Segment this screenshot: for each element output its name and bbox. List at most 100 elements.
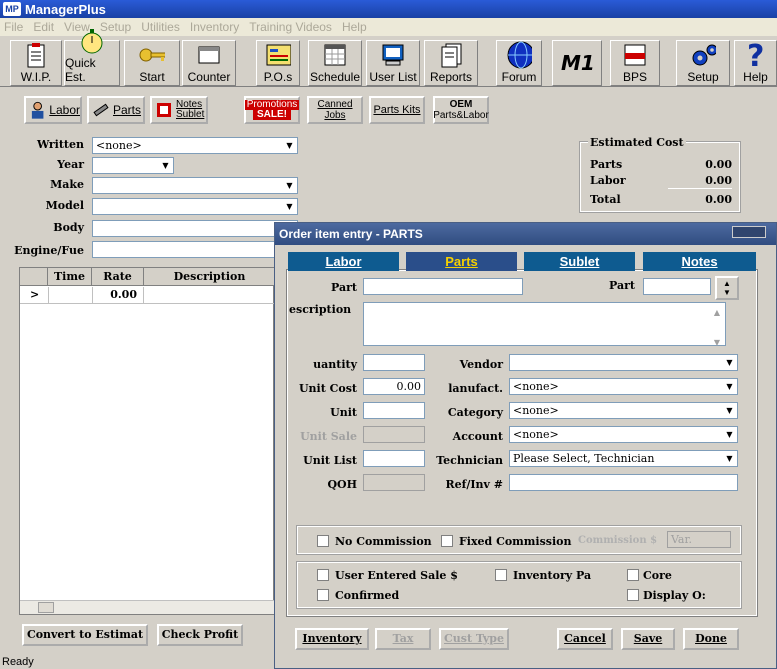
chevron-down-icon[interactable]: ▼: [722, 403, 737, 418]
pos-label: P.O.s: [263, 70, 293, 84]
dialog-close-button[interactable]: [732, 226, 766, 238]
make-select[interactable]: ▼: [92, 177, 298, 194]
grid-header-description[interactable]: Description: [144, 268, 275, 286]
wip-button[interactable]: W.I.P.: [10, 40, 62, 86]
vendor-select[interactable]: ▼: [509, 354, 738, 371]
bps-button[interactable]: BPS: [610, 40, 660, 86]
chevron-down-icon[interactable]: ▼: [722, 427, 737, 442]
main-toolbar: W.I.P. Quick Est. Start Counter P.O.s Sc…: [0, 29, 777, 87]
ref-inv-input[interactable]: [509, 474, 738, 491]
manufact-label: lanufact.: [448, 382, 503, 395]
tax-button: Tax: [375, 628, 431, 650]
unit-cost-input[interactable]: 0.00: [363, 378, 425, 395]
bps-label: BPS: [622, 70, 647, 84]
question-icon: ?: [743, 40, 769, 70]
account-select[interactable]: <none> ▼: [509, 426, 738, 443]
category-select[interactable]: <none> ▼: [509, 402, 738, 419]
spin-down-icon[interactable]: ▼: [723, 288, 731, 297]
scrollbar-thumb[interactable]: [38, 602, 54, 613]
chevron-down-icon[interactable]: ▼: [158, 158, 173, 173]
manufact-select[interactable]: <none> ▼: [509, 378, 738, 395]
unit-cost-label: Unit Cost: [298, 382, 357, 395]
setup-label: Setup: [687, 70, 719, 84]
year-select[interactable]: ▼: [92, 157, 174, 174]
horizontal-scrollbar[interactable]: [20, 600, 275, 614]
cancel-button[interactable]: Cancel: [557, 628, 613, 650]
schedule-button[interactable]: Schedule: [308, 40, 362, 86]
parts-button[interactable]: Parts: [87, 96, 145, 124]
part-number-input[interactable]: [643, 278, 711, 295]
quick-est-button[interactable]: Quick Est.: [64, 29, 120, 86]
check-profit-button[interactable]: Check Profit: [157, 624, 243, 646]
unit-input[interactable]: [363, 402, 425, 419]
display-checkbox[interactable]: [627, 589, 639, 601]
technician-select[interactable]: Please Select, Technician ▼: [509, 450, 738, 467]
labor-button[interactable]: Labor: [24, 96, 82, 124]
parts-kits-button[interactable]: Parts Kits: [369, 96, 425, 124]
clipboard-icon: [23, 42, 49, 68]
menu-edit[interactable]: Edit: [33, 20, 54, 34]
spin-up-icon[interactable]: ▲: [723, 279, 731, 288]
menu-file[interactable]: File: [4, 20, 23, 34]
oem-button[interactable]: OEM Parts&Labor: [433, 96, 489, 124]
tab-notes[interactable]: Notes: [643, 252, 756, 271]
start-button[interactable]: Start: [124, 40, 180, 86]
promotions-button[interactable]: Promotions SALE!: [244, 96, 300, 124]
menu-inventory[interactable]: Inventory: [190, 20, 239, 34]
setup-button[interactable]: Setup: [676, 40, 730, 86]
convert-to-estimate-button[interactable]: Convert to Estimat: [22, 624, 148, 646]
menu-help[interactable]: Help: [342, 20, 367, 34]
part-input[interactable]: [363, 278, 523, 295]
row-time[interactable]: [48, 287, 92, 304]
done-button[interactable]: Done: [683, 628, 739, 650]
body-select[interactable]: [92, 220, 298, 237]
tab-parts[interactable]: Parts: [406, 252, 517, 271]
tab-labor[interactable]: Labor: [288, 252, 399, 271]
pos-button[interactable]: P.O.s: [256, 40, 300, 86]
chevron-down-icon[interactable]: ▼: [282, 178, 297, 193]
tab-sublet[interactable]: Sublet: [524, 252, 635, 271]
user-list-button[interactable]: User List: [366, 40, 420, 86]
chevron-down-icon[interactable]: ▼: [282, 199, 297, 214]
row-rate[interactable]: 0.00: [92, 287, 144, 304]
grid-header-rate[interactable]: Rate: [92, 268, 144, 286]
part-spinner[interactable]: ▲ ▼: [715, 276, 739, 300]
notes-sublet-button[interactable]: Notes Sublet: [150, 96, 208, 124]
inventory-part-checkbox[interactable]: [495, 569, 507, 581]
model-select[interactable]: ▼: [92, 198, 298, 215]
fixed-commission-checkbox[interactable]: [441, 535, 453, 547]
labor-grid[interactable]: Time Rate Description > 0.00: [19, 267, 275, 615]
forum-button[interactable]: Forum: [496, 40, 542, 86]
menu-training-videos[interactable]: Training Videos: [249, 20, 332, 34]
inventory-button[interactable]: Inventory: [295, 628, 369, 650]
canned-jobs-button[interactable]: Canned Jobs: [307, 96, 363, 124]
key-icon: [139, 42, 165, 68]
part-label: Part: [331, 281, 357, 294]
help-button[interactable]: ? Help: [734, 40, 777, 86]
chevron-down-icon[interactable]: ▼: [722, 355, 737, 370]
est-total-label: Total: [590, 193, 621, 206]
save-button[interactable]: Save: [621, 628, 675, 650]
m1-button[interactable]: M1: [552, 40, 602, 86]
chevron-down-icon[interactable]: ▼: [282, 138, 297, 153]
user-entered-sale-checkbox[interactable]: [317, 569, 329, 581]
description-textarea[interactable]: ▲ ▼: [363, 302, 726, 347]
chevron-down-icon[interactable]: ▼: [722, 379, 737, 394]
help-label: Help: [743, 70, 768, 84]
reports-button[interactable]: Reports: [424, 40, 478, 86]
table-row[interactable]: > 0.00: [20, 287, 275, 304]
unit-list-input[interactable]: [363, 450, 425, 467]
menu-utilities[interactable]: Utilities: [141, 20, 180, 34]
no-commission-checkbox[interactable]: [317, 535, 329, 547]
engine-select[interactable]: [92, 241, 298, 258]
core-checkbox[interactable]: [627, 569, 639, 581]
quantity-input[interactable]: [363, 354, 425, 371]
grid-header-time[interactable]: Time: [48, 268, 92, 286]
no-commission-label: No Commission: [335, 535, 432, 548]
counter-button[interactable]: Counter: [182, 40, 236, 86]
parts-label: Parts: [113, 103, 142, 117]
written-select[interactable]: <none> ▼: [92, 137, 298, 154]
chevron-down-icon[interactable]: ▼: [722, 451, 737, 466]
confirmed-checkbox[interactable]: [317, 589, 329, 601]
textarea-scroll[interactable]: ▲ ▼: [711, 305, 723, 347]
